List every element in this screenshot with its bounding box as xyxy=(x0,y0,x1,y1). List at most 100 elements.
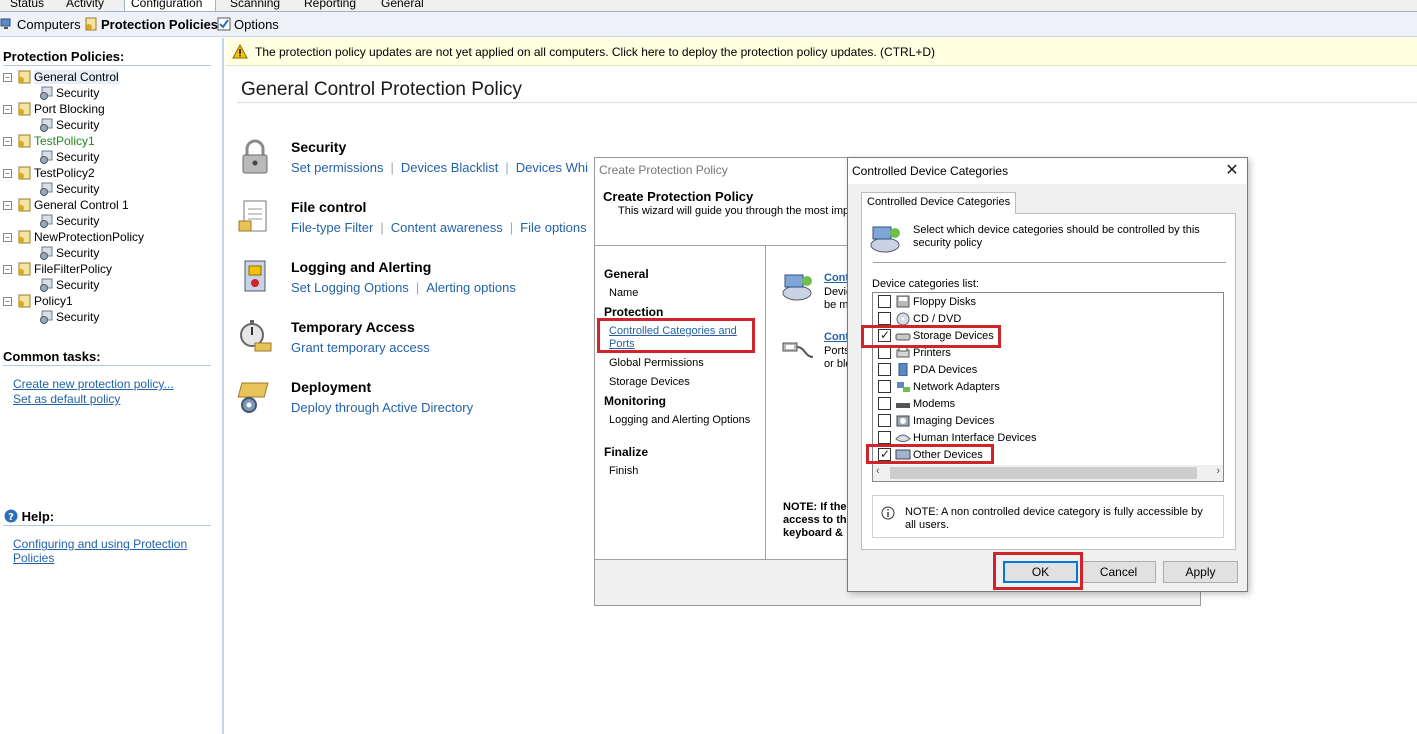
policies-heading: Protection Policies: xyxy=(3,49,125,64)
category-row[interactable]: Modems xyxy=(878,396,955,413)
tree-policy-item[interactable]: − General Control xyxy=(3,69,119,85)
file-control-title: File control xyxy=(291,199,367,215)
scroll-left-icon[interactable]: ‹ xyxy=(876,465,880,477)
grant-temporary-access-link[interactable]: Grant temporary access xyxy=(291,340,430,355)
security-label: Security xyxy=(56,118,100,132)
tab-activity[interactable]: Activity xyxy=(60,0,110,11)
create-policy-link[interactable]: Create new protection policy... xyxy=(13,377,174,391)
help-link[interactable]: Configuring and using Protection Policie… xyxy=(13,537,222,565)
tree-policy-item[interactable]: − General Control 1 xyxy=(3,197,129,213)
tab-status[interactable]: Status xyxy=(4,0,50,11)
file-type-filter-link[interactable]: File-type Filter xyxy=(291,220,373,235)
nav-storage-devices[interactable]: Storage Devices xyxy=(609,376,690,388)
tree-security-item[interactable]: Security xyxy=(38,85,99,101)
category-checkbox[interactable] xyxy=(878,312,891,325)
category-row[interactable]: Floppy Disks xyxy=(878,294,976,311)
collapse-toggle-icon[interactable]: − xyxy=(3,297,12,306)
floppy-disk-icon xyxy=(896,295,910,308)
category-checkbox[interactable] xyxy=(878,431,891,444)
apply-button[interactable]: Apply xyxy=(1163,561,1238,583)
collapse-toggle-icon[interactable]: − xyxy=(3,265,12,274)
security-gear-icon xyxy=(40,118,53,132)
deploy-warning-bar[interactable]: The protection policy updates are not ye… xyxy=(226,38,1417,66)
policy-icon xyxy=(18,102,31,116)
category-checkbox[interactable] xyxy=(878,295,891,308)
tab-general[interactable]: General xyxy=(375,0,430,11)
tree-policy-item[interactable]: − Port Blocking xyxy=(3,101,105,117)
nav-name[interactable]: Name xyxy=(609,287,638,299)
tab-configuration[interactable]: Configuration xyxy=(124,0,216,11)
category-row[interactable]: Network Adapters xyxy=(878,379,1000,396)
category-label: Human Interface Devices xyxy=(913,432,1037,444)
scroll-right-icon[interactable]: › xyxy=(1216,465,1220,477)
tree-security-item[interactable]: Security xyxy=(38,213,99,229)
tab-scanning[interactable]: Scanning xyxy=(224,0,286,11)
category-checkbox[interactable] xyxy=(878,363,891,376)
nav-logging-alerting[interactable]: Logging and Alerting Options xyxy=(609,414,750,426)
tree-policy-item[interactable]: − TestPolicy1 xyxy=(3,133,95,149)
device-categories-icon xyxy=(870,226,900,253)
category-checkbox[interactable] xyxy=(878,414,891,427)
document-icon xyxy=(238,200,267,232)
tree-policy-item[interactable]: − TestPolicy2 xyxy=(3,165,95,181)
logging-links: Set Logging Options | Alerting options xyxy=(291,280,516,295)
divider xyxy=(3,525,211,526)
tree-security-item[interactable]: Security xyxy=(38,309,99,325)
tree-security-item[interactable]: Security xyxy=(38,277,99,293)
devices-whitelist-link[interactable]: Devices Whi xyxy=(516,160,588,175)
category-row[interactable]: Imaging Devices xyxy=(878,413,994,430)
stopwatch-icon xyxy=(240,320,272,352)
checkbox-options-icon xyxy=(217,17,231,31)
category-label: Network Adapters xyxy=(913,381,1000,393)
protection-policies-button[interactable]: Protection Policies xyxy=(84,16,218,33)
nav-global-permissions[interactable]: Global Permissions xyxy=(609,357,704,369)
collapse-toggle-icon[interactable]: − xyxy=(3,105,12,114)
category-checkbox[interactable] xyxy=(878,397,891,410)
tree-policy-item[interactable]: − NewProtectionPolicy xyxy=(3,229,144,245)
category-checkbox[interactable] xyxy=(878,380,891,393)
tree-policy-item[interactable]: − Policy1 xyxy=(3,293,73,309)
category-label: Modems xyxy=(913,398,956,410)
computers-button[interactable]: Computers xyxy=(0,16,81,33)
close-icon[interactable]: ✕ xyxy=(1217,158,1247,184)
security-links: Set permissions | Devices Blacklist | Device… xyxy=(291,160,589,175)
nav-finish[interactable]: Finish xyxy=(609,465,638,477)
wizard-subheading: This wizard will guide you through the m… xyxy=(618,205,856,217)
category-label: Imaging Devices xyxy=(913,415,995,427)
wizard-heading: Create Protection Policy xyxy=(603,189,754,204)
security-gear-icon xyxy=(40,182,53,196)
options-button[interactable]: Options xyxy=(217,16,279,33)
tree-security-item[interactable]: Security xyxy=(38,149,99,165)
collapse-toggle-icon[interactable]: − xyxy=(3,73,12,82)
file-options-link[interactable]: File options xyxy=(520,220,586,235)
tree-security-item[interactable]: Security xyxy=(38,117,99,133)
policy-icon xyxy=(18,230,31,244)
category-row[interactable]: PDA Devices xyxy=(878,362,977,379)
wizard-nav: General Name Protection Controlled Categ… xyxy=(595,246,766,559)
cancel-button[interactable]: Cancel xyxy=(1081,561,1156,583)
collapse-toggle-icon[interactable]: − xyxy=(3,169,12,178)
info-icon xyxy=(881,506,895,520)
devices-blacklist-link[interactable]: Devices Blacklist xyxy=(401,160,499,175)
collapse-toggle-icon[interactable]: − xyxy=(3,201,12,210)
tree-policy-item[interactable]: − FileFilterPolicy xyxy=(3,261,112,277)
alerting-options-link[interactable]: Alerting options xyxy=(426,280,516,295)
collapse-toggle-icon[interactable]: − xyxy=(3,233,12,242)
content-awareness-link[interactable]: Content awareness xyxy=(391,220,503,235)
scrollbar-thumb[interactable] xyxy=(890,467,1197,479)
category-label: Printers xyxy=(913,347,951,359)
deploy-active-directory-link[interactable]: Deploy through Active Directory xyxy=(291,400,473,415)
set-default-policy-link[interactable]: Set as default policy xyxy=(13,392,120,406)
horizontal-scrollbar[interactable]: ‹ › xyxy=(873,465,1223,481)
tab-controlled-device-categories[interactable]: Controlled Device Categories xyxy=(861,192,1017,214)
page-title: General Control Protection Policy xyxy=(241,79,522,100)
tree-security-item[interactable]: Security xyxy=(38,245,99,261)
security-gear-icon xyxy=(40,246,53,260)
tab-reporting[interactable]: Reporting xyxy=(298,0,362,11)
policy-label: General Control 1 xyxy=(34,198,129,212)
collapse-toggle-icon[interactable]: − xyxy=(3,137,12,146)
set-permissions-link[interactable]: Set permissions xyxy=(291,160,383,175)
tree-security-item[interactable]: Security xyxy=(38,181,99,197)
set-logging-options-link[interactable]: Set Logging Options xyxy=(291,280,409,295)
category-label: CD / DVD xyxy=(913,313,962,325)
